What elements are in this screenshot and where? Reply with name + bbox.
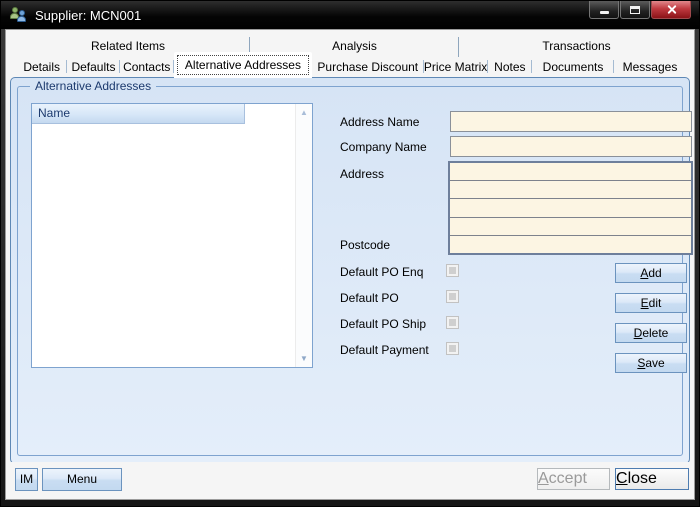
accept-button[interactable]: Accept bbox=[537, 468, 610, 490]
default-payment-label: Default Payment bbox=[340, 343, 429, 357]
footer-bar: IM Menu Accept Close bbox=[6, 462, 694, 499]
menu-button[interactable]: Menu bbox=[42, 468, 122, 491]
tab-group-row: Related Items Analysis Transactions bbox=[6, 37, 694, 57]
tab-notes[interactable]: Notes bbox=[488, 56, 533, 78]
tab-details[interactable]: Details bbox=[16, 56, 68, 78]
titlebar: Supplier: MCN001 bbox=[1, 1, 699, 29]
list-body[interactable] bbox=[32, 124, 295, 367]
address-lines-box bbox=[448, 161, 693, 255]
default-po-enq-checkbox[interactable] bbox=[446, 264, 459, 277]
company-name-input[interactable] bbox=[450, 136, 692, 157]
groupbox-title: Alternative Addresses bbox=[30, 79, 157, 93]
company-name-label: Company Name bbox=[340, 140, 427, 154]
alternative-addresses-groupbox: Alternative Addresses Name ▲ ▼ Address N… bbox=[17, 79, 693, 456]
tab-alternative-addresses[interactable]: Alternative Addresses bbox=[173, 52, 313, 78]
scroll-up-icon[interactable]: ▲ bbox=[296, 104, 312, 121]
default-po-label: Default PO bbox=[340, 291, 399, 305]
close-button[interactable]: Close bbox=[615, 468, 689, 490]
tab-price-matrix[interactable]: Price Matrix bbox=[424, 56, 488, 78]
im-button[interactable]: IM bbox=[15, 468, 38, 491]
tab-messages[interactable]: Messages bbox=[614, 56, 686, 78]
save-button[interactable]: Save bbox=[615, 353, 687, 373]
address-name-label: Address Name bbox=[340, 115, 420, 129]
address-line-input-3[interactable] bbox=[450, 198, 691, 217]
address-name-input[interactable] bbox=[450, 111, 692, 132]
address-list[interactable]: Name ▲ ▼ bbox=[31, 103, 313, 368]
users-icon bbox=[10, 7, 28, 23]
tab-documents[interactable]: Documents bbox=[532, 56, 614, 78]
tab-defaults[interactable]: Defaults bbox=[67, 56, 120, 78]
edit-button[interactable]: Edit bbox=[615, 293, 687, 313]
client-area: Related Items Analysis Transactions Deta… bbox=[5, 29, 695, 500]
address-label: Address bbox=[340, 167, 385, 181]
address-line-input-1[interactable] bbox=[450, 163, 691, 181]
scroll-down-icon[interactable]: ▼ bbox=[296, 350, 312, 367]
maximize-icon bbox=[630, 5, 640, 14]
minimize-button[interactable] bbox=[589, 1, 619, 19]
list-header-name[interactable]: Name bbox=[32, 104, 245, 124]
close-icon bbox=[666, 4, 677, 15]
window-title: Supplier: MCN001 bbox=[35, 7, 142, 23]
tab-group-transactions[interactable]: Transactions bbox=[459, 37, 694, 55]
address-line-input-2[interactable] bbox=[450, 180, 691, 199]
default-po-ship-label: Default PO Ship bbox=[340, 317, 427, 331]
postcode-input[interactable] bbox=[450, 234, 691, 254]
postcode-label: Postcode bbox=[340, 238, 391, 252]
maximize-button[interactable] bbox=[620, 1, 650, 19]
default-po-enq-label: Default PO Enq bbox=[340, 265, 424, 279]
default-po-checkbox[interactable] bbox=[446, 290, 459, 303]
default-po-ship-checkbox[interactable] bbox=[446, 316, 459, 329]
delete-button[interactable]: Delete bbox=[615, 323, 687, 343]
close-window-button[interactable] bbox=[651, 1, 691, 19]
alternative-addresses-panel: Alternative Addresses Name ▲ ▼ Address N… bbox=[10, 77, 693, 464]
add-button[interactable]: Add bbox=[615, 263, 687, 283]
address-line-input-4[interactable] bbox=[450, 216, 691, 235]
minimize-icon bbox=[599, 10, 609, 14]
default-payment-checkbox[interactable] bbox=[446, 342, 459, 355]
list-header: Name bbox=[32, 104, 295, 124]
tab-row: Details Defaults Contacts Alternative Ad… bbox=[16, 52, 686, 78]
tab-contacts[interactable]: Contacts bbox=[120, 56, 175, 78]
tab-purchase-discount[interactable]: Purchase Discount bbox=[312, 56, 424, 78]
supplier-window: Supplier: MCN001 Related Items Analysis … bbox=[0, 0, 700, 507]
list-scrollbar[interactable]: ▲ ▼ bbox=[295, 104, 312, 367]
